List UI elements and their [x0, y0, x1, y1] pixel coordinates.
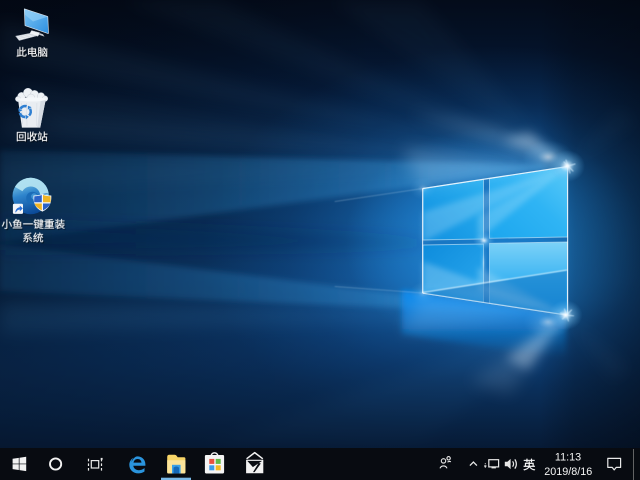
svg-text:2019/8/16: 2019/8/16 [544, 466, 592, 478]
svg-text:11:13: 11:13 [555, 452, 581, 464]
